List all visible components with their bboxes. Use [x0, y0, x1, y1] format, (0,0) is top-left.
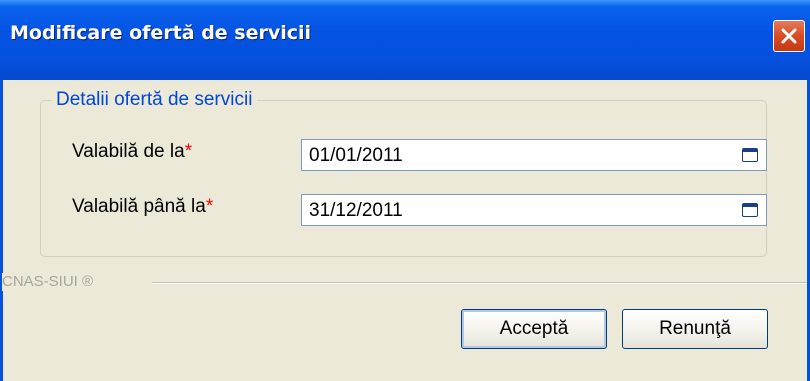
valid-from-date-value[interactable]: 01/01/2011: [309, 145, 403, 167]
close-icon: [781, 28, 797, 44]
footer-divider: [152, 282, 807, 284]
valid-until-label: Valabilă până la*: [72, 196, 213, 218]
valid-until-date-value[interactable]: 31/12/2011: [309, 200, 403, 222]
details-groupbox: [40, 100, 767, 257]
groupbox-legend: Detalii ofertă de servicii: [51, 89, 258, 111]
required-mark: *: [184, 141, 193, 162]
close-button[interactable]: [773, 20, 805, 52]
calendar-icon[interactable]: [742, 148, 758, 162]
calendar-icon[interactable]: [742, 203, 758, 217]
accept-button[interactable]: Acceptă: [461, 309, 607, 349]
valid-from-label: Valabilă de la*: [72, 141, 192, 163]
valid-from-date-field[interactable]: 01/01/2011: [301, 139, 767, 171]
valid-from-label-text: Valabilă de la: [72, 141, 185, 162]
window-title: Modificare ofertă de servicii: [10, 22, 312, 44]
dialog-window: Modificare ofertă de servicii Detalii of…: [0, 0, 810, 381]
title-bar[interactable]: Modificare ofertă de servicii: [0, 0, 810, 80]
required-mark: *: [205, 196, 214, 217]
valid-until-date-field[interactable]: 31/12/2011: [301, 194, 767, 226]
footer-brand-label: CNAS-SIUI ®: [2, 273, 100, 291]
valid-until-label-text: Valabilă până la: [72, 196, 206, 217]
cancel-button[interactable]: Renunţă: [622, 309, 768, 349]
